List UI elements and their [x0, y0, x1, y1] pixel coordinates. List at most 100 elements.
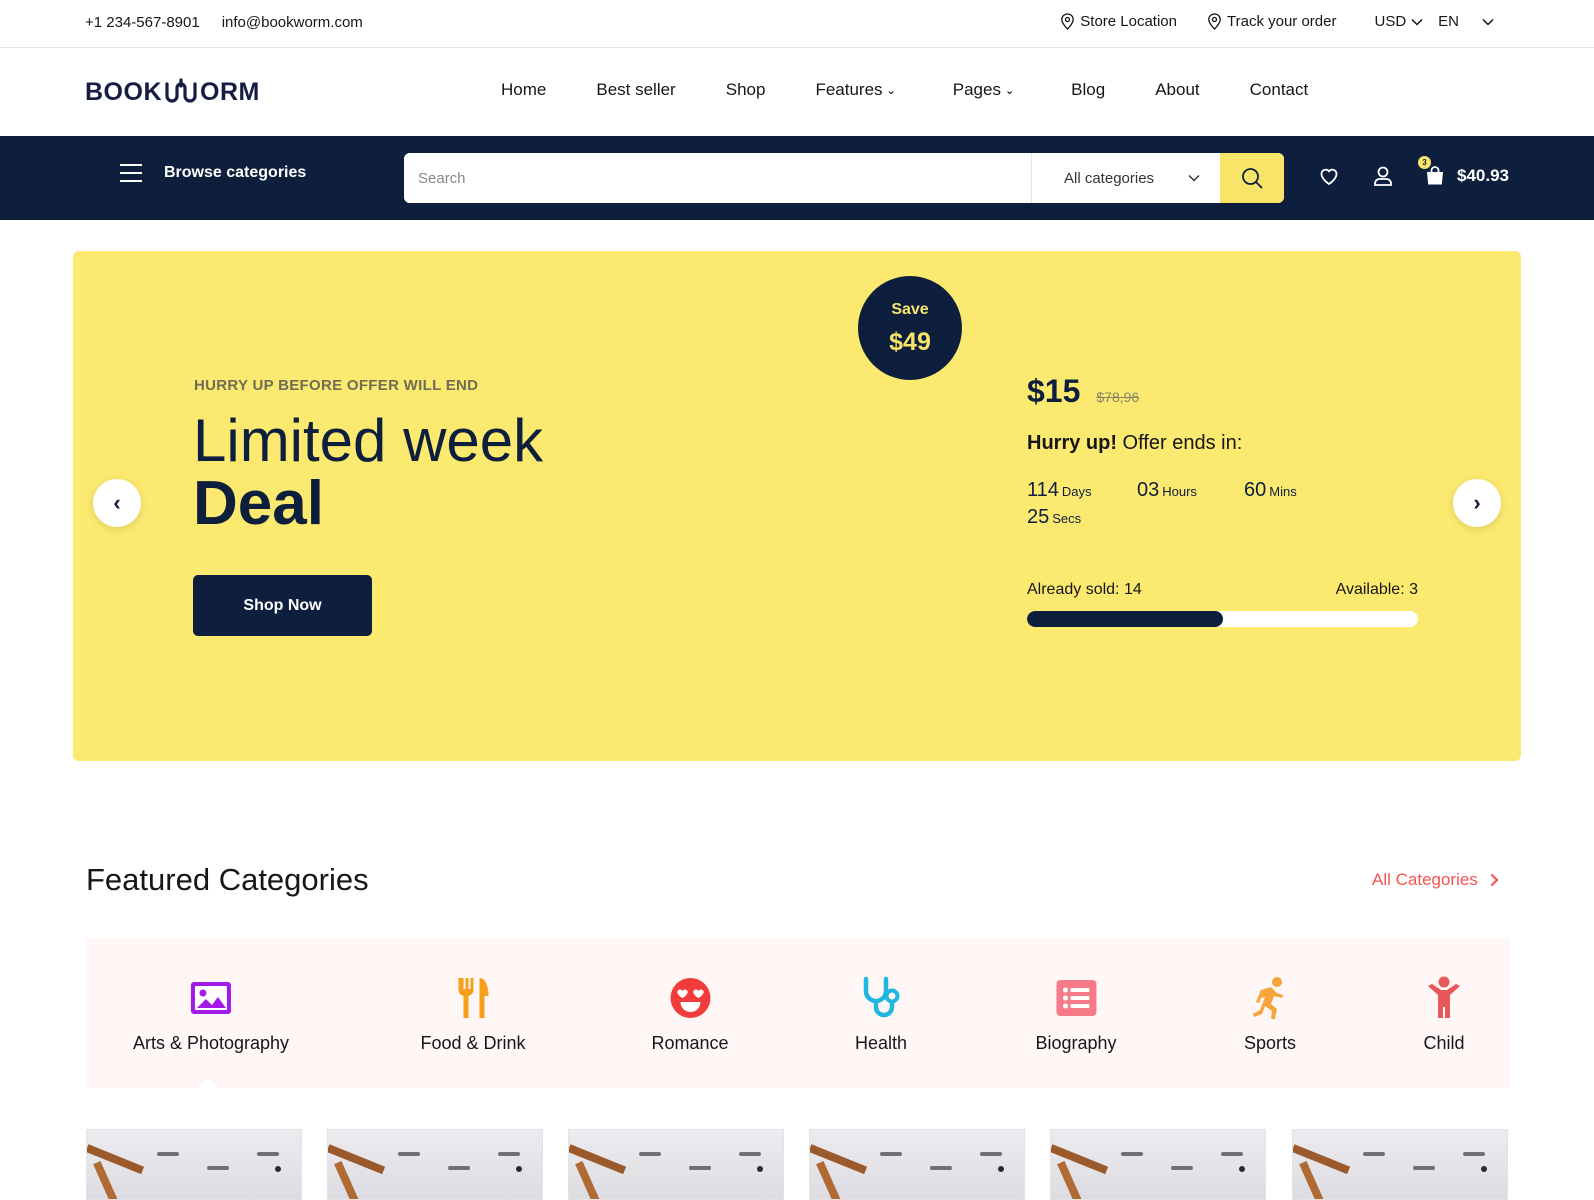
phone-link[interactable]: +1 234-567-8901 [85, 14, 200, 31]
site-logo[interactable]: BOOK ORM [85, 76, 260, 108]
timer-mins-unit: Mins [1269, 484, 1297, 499]
track-order-link[interactable]: Track your order [1207, 13, 1336, 30]
save-amount: $49 [889, 328, 931, 356]
main-nav: Home Best seller Shop Features ⌄ Pages ⌄ B… [501, 80, 1308, 100]
logo-w-mark-icon [165, 78, 197, 103]
hurry-rest: Offer ends in: [1117, 432, 1243, 454]
all-categories-link[interactable]: All Categories [1372, 870, 1499, 890]
category-label: Sports [1243, 1033, 1297, 1053]
chevron-right-icon: › [1473, 490, 1481, 515]
nav-about-label: About [1155, 80, 1200, 99]
nav-best-seller-label: Best seller [596, 80, 676, 99]
user-icon[interactable] [1371, 164, 1395, 188]
category-label: Food & Drink [420, 1033, 526, 1053]
browse-categories-button[interactable]: Browse categories [120, 164, 306, 182]
category-health[interactable]: Health [855, 976, 907, 1054]
price-block: $15 $78,96 [1027, 373, 1139, 410]
product-card-image[interactable] [1050, 1129, 1266, 1200]
product-card-image[interactable] [568, 1129, 784, 1200]
chevron-left-icon: ‹ [113, 490, 121, 515]
timer-secs-unit: Secs [1052, 511, 1082, 526]
category-romance[interactable]: Romance [651, 976, 729, 1054]
carousel-prev-button[interactable]: ‹ [93, 479, 141, 527]
email-link[interactable]: info@bookworm.com [222, 14, 363, 31]
nav-home-label: Home [501, 80, 547, 99]
nav-pages[interactable]: Pages ⌄ [953, 80, 1014, 100]
search-button[interactable] [1220, 153, 1284, 203]
category-label: Child [1423, 1033, 1465, 1053]
cart-total: $40.93 [1457, 166, 1509, 185]
hero-title-line2: Deal [193, 469, 324, 538]
timer-hours-value: 03 [1137, 479, 1160, 501]
product-cards-row [86, 1129, 1510, 1200]
nav-pages-label: Pages [952, 80, 1001, 99]
image-icon [191, 982, 231, 1014]
carousel-next-button[interactable]: › [1453, 479, 1501, 527]
list-icon [1056, 980, 1096, 1016]
timer-mins-value: 60 [1244, 479, 1267, 501]
hero-title-line1: Limited week [193, 407, 544, 474]
heart-eyes-smiley-icon [669, 978, 710, 1018]
nav-about[interactable]: About [1155, 80, 1199, 100]
store-location-link[interactable]: Store Location [1060, 13, 1177, 30]
timer-secs-value: 25 [1027, 506, 1050, 528]
shop-now-button[interactable]: Shop Now [193, 575, 372, 636]
location-pin-icon [1061, 13, 1075, 30]
nav-features-label: Features [815, 80, 883, 99]
featured-categories-title: Featured Categories [86, 862, 369, 897]
active-category-indicator [196, 1078, 220, 1090]
chevron-down-icon: ⌄ [1004, 84, 1015, 97]
location-pin-icon [1208, 13, 1221, 30]
nav-shop-label: Shop [725, 80, 766, 99]
category-arts-photography[interactable]: Arts & Photography [133, 976, 289, 1054]
product-card-image[interactable] [809, 1129, 1025, 1200]
chevron-down-icon [1482, 18, 1494, 26]
cart-button[interactable]: 3 $40.93 [1418, 156, 1509, 188]
search-icon [1242, 168, 1263, 189]
chevron-down-icon [1188, 174, 1200, 182]
timer-mins: 60 Mins [1244, 479, 1297, 502]
stethoscope-icon [863, 976, 900, 1018]
product-card-image[interactable] [86, 1129, 302, 1200]
logo-text-left: BOOK [85, 77, 162, 106]
currency-value: USD [1374, 13, 1407, 30]
nav-blog[interactable]: Blog [1071, 80, 1105, 100]
browse-categories-label: Browse categories [164, 164, 307, 181]
category-select[interactable]: All categories [1031, 153, 1220, 203]
available-count: Available: 3 [1335, 581, 1418, 598]
category-label: Biography [1035, 1033, 1117, 1053]
product-card-image[interactable] [327, 1129, 543, 1200]
nav-contact-label: Contact [1249, 80, 1309, 99]
save-badge: Save $49 [858, 276, 962, 380]
currency-select[interactable]: USD EN [1374, 13, 1494, 30]
nav-best-seller[interactable]: Best seller [596, 80, 675, 100]
category-select-value: All categories [1064, 169, 1155, 187]
product-card-image[interactable] [1292, 1129, 1508, 1200]
language-value[interactable]: EN [1438, 13, 1459, 30]
sold-progress-bar [1027, 611, 1418, 627]
search-input[interactable] [404, 153, 1031, 203]
offer-ends-text: Hurry up! Offer ends in: [1027, 432, 1242, 455]
category-biography[interactable]: Biography [1035, 976, 1117, 1054]
already-sold: Already sold: 14 [1027, 581, 1142, 598]
store-location-label: Store Location [1080, 13, 1177, 30]
category-child[interactable]: Child [1422, 976, 1466, 1054]
category-label: Health [854, 1033, 908, 1053]
price-now: $15 [1027, 373, 1081, 409]
price-old: $78,96 [1096, 389, 1140, 405]
nav-contact[interactable]: Contact [1250, 80, 1309, 100]
category-sports[interactable]: Sports [1244, 976, 1296, 1054]
nav-shop[interactable]: Shop [726, 80, 766, 100]
fork-knife-icon [457, 978, 488, 1018]
chevron-down-icon [1411, 18, 1423, 26]
heart-icon[interactable] [1317, 164, 1341, 188]
all-categories-label: All Categories [1372, 870, 1478, 889]
nav-features[interactable]: Features ⌄ [815, 80, 895, 100]
nav-home[interactable]: Home [501, 80, 546, 100]
logo-text-right: ORM [200, 77, 260, 106]
hurry-bold: Hurry up! [1027, 432, 1117, 454]
nav-blog-label: Blog [1071, 80, 1106, 99]
sold-progress-fill [1027, 611, 1223, 627]
save-label: Save [891, 301, 929, 318]
category-food-drink[interactable]: Food & Drink [420, 976, 526, 1054]
